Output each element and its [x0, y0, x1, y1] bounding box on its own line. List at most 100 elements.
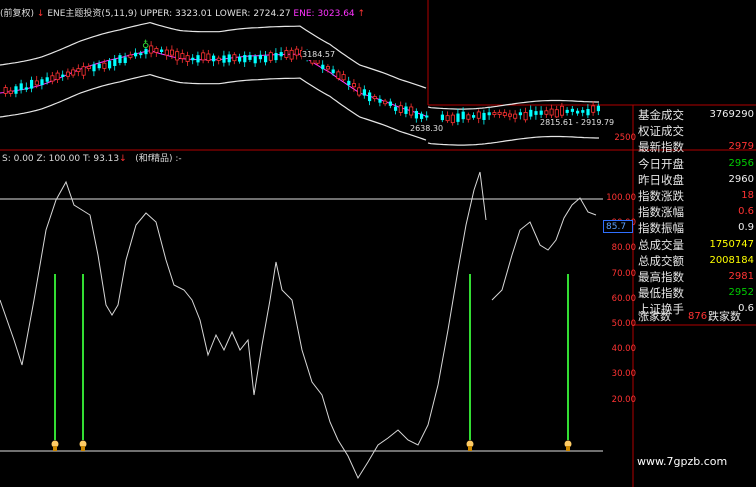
candle-body	[586, 109, 590, 116]
candle-body	[14, 86, 18, 94]
candle-body	[180, 53, 185, 59]
candle-body	[227, 54, 231, 63]
candle-body	[175, 51, 180, 61]
price-header: (前复权) ↓ ENE主题投资(5,11,9) UPPER: 3323.01 L…	[0, 8, 365, 20]
info-row-label: 基金成交	[638, 108, 684, 122]
arrow-down-icon: ↓	[36, 9, 45, 19]
upper-label: UPPER:	[139, 9, 173, 19]
info-row-value: 0.9	[738, 222, 754, 234]
candle-body	[394, 106, 398, 111]
candle-body	[544, 110, 549, 115]
s-value: S: 0.00	[2, 154, 34, 164]
info-row: 最高指数 2981	[636, 269, 756, 285]
indicator-line	[491, 197, 597, 301]
candle-body	[331, 69, 335, 74]
candle-body	[383, 100, 388, 105]
candle-body	[549, 108, 554, 116]
candle-body	[24, 87, 28, 90]
t-value: T: 93.13	[82, 154, 120, 164]
candle-body	[596, 105, 600, 112]
info-row-label: 指数振幅	[638, 221, 684, 236]
buy-signal-icon: ♁	[142, 39, 149, 51]
signal-marker-stem	[468, 446, 472, 451]
info-row: 指数涨幅 0.6	[636, 204, 756, 220]
upper-band-line	[0, 21, 427, 89]
info-row-value: 18	[741, 190, 754, 201]
candle-body	[258, 54, 262, 60]
price-high-tag: 3184.57	[302, 50, 336, 60]
candle-body	[3, 87, 8, 94]
candle-body	[102, 62, 107, 69]
info-row: 昨日收盘 2960	[636, 172, 756, 188]
indicator-name[interactable]: ENE主题投资(5,11,9)	[47, 9, 137, 19]
info-row-label: 权证成交	[638, 124, 684, 139]
candle-body	[368, 92, 372, 102]
info-row: 总成交额 2008184	[636, 253, 756, 269]
candle-body	[279, 52, 283, 57]
indicator-formula-name[interactable]: (和f精品) :-	[135, 154, 181, 164]
candle-body	[97, 63, 101, 69]
ene-value: 3023.64	[317, 9, 355, 19]
candle-body	[86, 66, 91, 69]
signal-marker-stem	[566, 446, 570, 451]
info-row: 基金成交 3769290	[636, 107, 756, 123]
candle-body	[502, 112, 507, 116]
candle-body	[212, 55, 216, 62]
info-row-value: 2008184	[709, 254, 754, 266]
candle-body	[445, 115, 450, 122]
indicator-axis-label: 60.00	[611, 293, 636, 304]
candle-body	[378, 98, 382, 103]
candle-body	[118, 55, 122, 63]
indicator-header: S: 0.00 Z: 100.00 T: 93.13↓ (和f精品) :-	[2, 153, 182, 165]
candle-body	[362, 89, 366, 96]
price-pane: ♁	[0, 21, 600, 146]
ene-label: ENE:	[293, 9, 315, 19]
lower-band-line	[427, 135, 599, 146]
candle-body	[565, 109, 569, 113]
candle-body	[461, 111, 465, 120]
candle-body	[518, 112, 522, 116]
price-range-tag: 2815.61 - 2919.79	[540, 118, 615, 128]
indicator-axis-label: 80.00	[611, 243, 636, 254]
candle-body	[534, 111, 538, 115]
candle-body	[268, 52, 273, 61]
info-row: 总成交量 1750747	[636, 237, 756, 253]
candle-body	[570, 108, 574, 112]
indicator-axis-label: 20.00	[611, 394, 636, 405]
candle-body	[134, 52, 138, 57]
candle-body	[325, 66, 330, 70]
info-row: 指数振幅 0.9	[636, 220, 756, 236]
info-row-label: 指数涨幅	[638, 205, 684, 220]
info-row-label: 最低指数	[638, 286, 684, 301]
site-watermark: www.7gpzb.com	[637, 455, 728, 468]
adjust-mode-label: (前复权)	[0, 9, 35, 19]
candle-body	[71, 69, 76, 76]
info-row: 最新指数 2979	[636, 139, 756, 155]
z-value: Z: 100.00	[36, 154, 81, 164]
candle-body	[351, 83, 356, 88]
candle-body	[336, 71, 341, 79]
candle-body	[507, 113, 512, 117]
up-count-label: 涨家数	[638, 310, 671, 323]
candle-body	[523, 112, 528, 121]
candle-body	[425, 115, 429, 118]
info-row-value: 0.6	[738, 206, 754, 218]
candle-body	[576, 110, 580, 114]
candle-body	[372, 96, 377, 100]
candle-body	[191, 57, 195, 61]
price-low-tag: 2638.30	[410, 124, 444, 134]
info-row: 权证成交	[636, 123, 756, 139]
upper-value: 3323.01	[174, 9, 213, 19]
lower-band-line	[0, 73, 427, 141]
info-row-label: 今日开盘	[638, 156, 684, 171]
indicator-axis-label: 40.00	[611, 344, 636, 355]
info-row-value: 2960	[728, 173, 754, 185]
candle-body	[232, 54, 237, 62]
info-row-value: 3769290	[709, 109, 754, 120]
quote-info-panel: 基金成交 3769290 权证成交 最新指数 2979 今日开盘 2956 昨日收盘 2960 指…	[636, 107, 756, 487]
candle-body	[253, 56, 257, 64]
candle-body	[238, 56, 242, 62]
candle-body	[216, 57, 221, 61]
candle-body	[40, 79, 44, 86]
candle-body	[128, 54, 133, 58]
